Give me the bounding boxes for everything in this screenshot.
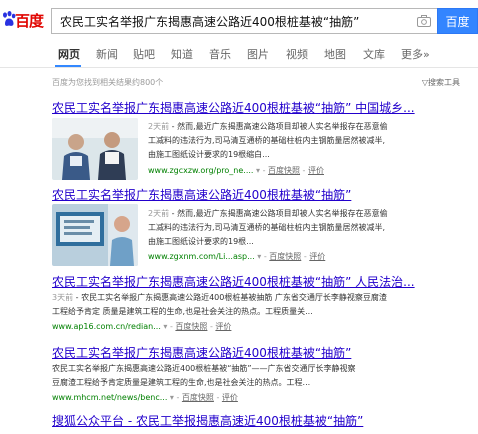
snapshot-link-2[interactable]: 百度快照 bbox=[269, 252, 301, 261]
tab-tieba[interactable]: 贴吧 bbox=[133, 46, 155, 62]
baidu-logo[interactable]: 百度 bbox=[2, 7, 48, 33]
search-input[interactable]: 农民工实名举报广东揭惠高速公路近400根桩基被“抽筋” bbox=[51, 8, 437, 34]
result-title-3[interactable]: 农民工实名举报广东揭惠高速公路近400根桩基被“抽筋” 人民法治... bbox=[52, 273, 415, 290]
result-abstract-1: 2天前 - 然而,最近广东揭惠高速公路项目却被人实名举报存在恶意偷 工减料的违法… bbox=[148, 122, 388, 159]
url-dropdown-icon[interactable]: ▾ - bbox=[257, 252, 269, 261]
result-title-1-text: 农民工实名举报广东揭惠高速公路近400根桩基被“抽筋” 中国城乡... bbox=[52, 101, 415, 115]
search-tools[interactable]: ▽搜索工具 bbox=[422, 77, 460, 88]
photo-two-men-icon bbox=[52, 118, 138, 180]
result-thumbnail-2[interactable] bbox=[52, 204, 138, 266]
tab-web[interactable]: 网页 bbox=[58, 46, 80, 62]
result-title-2[interactable]: 农民工实名举报广东揭惠高速公路近400根桩基被“抽筋” bbox=[52, 186, 351, 203]
result-thumbnail-1[interactable] bbox=[52, 118, 138, 180]
search-tools-label: 搜索工具 bbox=[428, 78, 460, 87]
snapshot-link-4[interactable]: 百度快照 bbox=[182, 393, 214, 402]
result-abstract-3: 3天前 - 农民工实名举报广东揭惠高速公路近400根桩基被抽筋 广东省交通厅长李… bbox=[52, 293, 387, 316]
result-title-2-text: 农民工实名举报广东揭惠高速公路近400根桩基被“抽筋” bbox=[52, 188, 352, 202]
search-button[interactable]: 百度 bbox=[437, 8, 478, 34]
url-dropdown-icon[interactable]: ▾ - bbox=[163, 322, 175, 331]
result-url-2[interactable]: www.zgxnm.com/Li...asp... ▾ - 百度快照 - 评价 bbox=[148, 251, 325, 262]
result-title-4[interactable]: 农民工实名举报广东揭惠高速公路近400根桩基被“抽筋” bbox=[52, 344, 351, 361]
tab-zhidao[interactable]: 知道 bbox=[171, 46, 193, 62]
eval-link-2[interactable]: 评价 bbox=[309, 252, 325, 261]
result-title-4-text: 农民工实名举报广东揭惠高速公路近400根桩基被“抽筋” bbox=[52, 346, 352, 360]
result-abstract-2: 2天前 - 然而,最近广东揭惠高速公路项目却被人实名举报存在恶意偷 工减料的违法… bbox=[148, 209, 388, 246]
result-title-5[interactable]: 搜狐公众平台 - 农民工举报揭惠高速近400根桩基被“抽筋” bbox=[52, 412, 363, 429]
result-title-1[interactable]: 农民工实名举报广东揭惠高速公路近400根桩基被“抽筋” 中国城乡... bbox=[52, 99, 415, 116]
photo-sign-icon bbox=[52, 204, 138, 266]
result-url-1[interactable]: www.zgcxzw.org/pro_ne.... ▾ - 百度快照 - 评价 bbox=[148, 165, 324, 176]
result-count: 百度为您找到相关结果约800个 bbox=[52, 78, 164, 87]
result-abstract-4: 农民工实名举报广东揭惠高速公路近400根桩基被“抽筋”——广东省交通厅长李静视察… bbox=[52, 364, 356, 387]
active-tab-indicator bbox=[55, 65, 81, 67]
tab-more[interactable]: 更多» bbox=[401, 46, 430, 62]
tab-map[interactable]: 地图 bbox=[324, 46, 346, 62]
result-title-5-text: 搜狐公众平台 - 农民工举报揭惠高速近400根桩基被“抽筋” bbox=[52, 414, 364, 428]
url-dropdown-icon[interactable]: ▾ - bbox=[170, 393, 182, 402]
camera-icon[interactable] bbox=[417, 15, 431, 27]
search-tabs: 网页 新闻 贴吧 知道 音乐 图片 视频 地图 文库 更多» bbox=[0, 44, 478, 68]
header: 百度 农民工实名举报广东揭惠高速公路近400根桩基被“抽筋” 百度 bbox=[0, 0, 478, 40]
result-url-4[interactable]: www.mhcm.net/news/benc... ▾ - 百度快照 - 评价 bbox=[52, 392, 238, 403]
snapshot-link-3[interactable]: 百度快照 bbox=[175, 322, 207, 331]
paw-icon bbox=[3, 11, 16, 26]
tab-news[interactable]: 新闻 bbox=[96, 46, 118, 62]
eval-link-4[interactable]: 评价 bbox=[222, 393, 238, 402]
result-title-3-text: 农民工实名举报广东揭惠高速公路近400根桩基被“抽筋” 人民法治... bbox=[52, 275, 415, 289]
tab-video[interactable]: 视频 bbox=[286, 46, 308, 62]
search-query[interactable]: 农民工实名举报广东揭惠高速公路近400根桩基被“抽筋” bbox=[60, 13, 359, 30]
snapshot-link-1[interactable]: 百度快照 bbox=[268, 166, 300, 175]
tab-wenku[interactable]: 文库 bbox=[363, 46, 385, 62]
url-dropdown-icon[interactable]: ▾ - bbox=[256, 166, 268, 175]
result-url-3[interactable]: www.ap16.com.cn/redian... ▾ - 百度快照 - 评价 bbox=[52, 321, 231, 332]
logo-text: 百度 bbox=[15, 12, 44, 30]
eval-link-3[interactable]: 评价 bbox=[215, 322, 231, 331]
tab-music[interactable]: 音乐 bbox=[209, 46, 231, 62]
tab-images[interactable]: 图片 bbox=[247, 46, 269, 62]
eval-link-1[interactable]: 评价 bbox=[308, 166, 324, 175]
